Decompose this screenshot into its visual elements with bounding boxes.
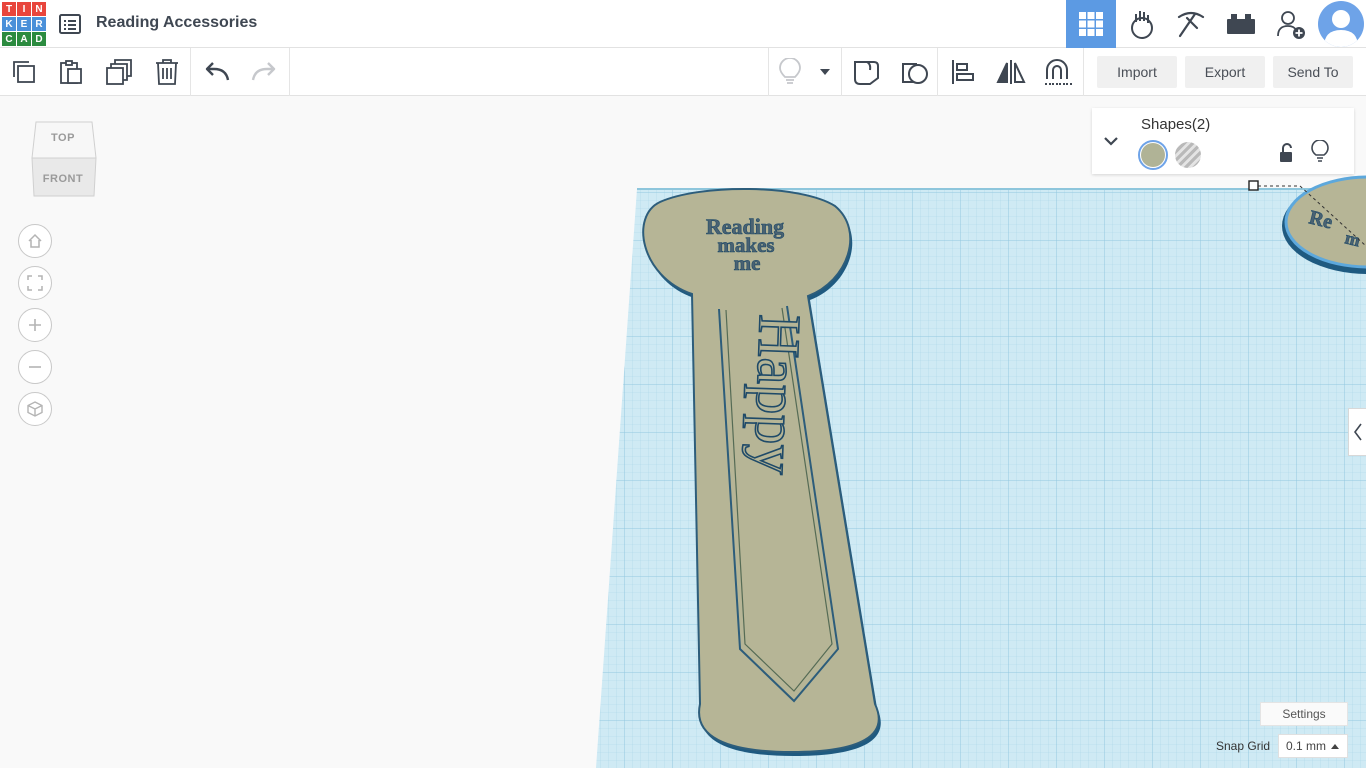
solid-color-fill [1141,143,1165,167]
bookmark-happy-text: Happy [741,314,813,476]
view-cube-top-label[interactable]: TOP [30,132,96,144]
export-button[interactable]: Export [1185,56,1265,88]
chevron-left-icon [1353,423,1362,441]
bookmark-text-line3: me [734,251,761,275]
workplane-icon [902,63,928,84]
group-button[interactable] [1042,56,1074,88]
bricks-pickaxe-icon [1177,11,1205,38]
align-button[interactable] [947,56,979,88]
align-icon [952,60,974,84]
undo-icon [205,62,230,81]
send-to-button[interactable]: Send To [1273,56,1353,88]
copy-button[interactable] [8,56,40,88]
fit-view-button[interactable] [18,266,52,300]
lightbulb-icon [779,58,801,84]
view-cube-front-label[interactable]: FRONT [30,173,96,185]
lock-toggle-button[interactable] [1276,142,1296,164]
solid-color-swatch[interactable] [1138,140,1168,170]
lego-view-button[interactable] [1216,0,1266,48]
lightbulb-icon [1311,139,1329,162]
toolbar-divider [190,48,191,96]
user-avatar-icon [1324,10,1358,47]
view-cube[interactable]: TOP FRONT [30,120,98,200]
snap-grid-label: Snap Grid [1216,739,1271,753]
top-bar: T I N K E R C A D Reading Accessories [0,0,1366,48]
toolbar-divider [768,48,769,96]
copy-icon [13,61,35,83]
toolbar-divider [841,48,842,96]
list-icon [59,14,81,34]
logo-letter: D [32,32,46,46]
mirror-button[interactable] [995,56,1027,88]
show-hidden-button[interactable] [774,56,806,88]
avatar[interactable] [1318,1,1364,47]
notes-button[interactable] [850,56,882,88]
note-icon [854,61,879,85]
add-user-icon [1277,11,1305,39]
logo-letter: E [17,17,31,31]
expand-panel-button[interactable] [1348,408,1366,456]
redo-button[interactable] [248,56,280,88]
chevron-down-icon [1104,137,1118,146]
workplane-canvas[interactable]: Reading makes me Happy Re m [0,96,1366,768]
selection-handle[interactable] [1248,180,1259,191]
snap-grid-select[interactable]: 0.1 mm [1278,734,1348,758]
toolbar-divider [289,48,290,96]
codeblocks-icon [1131,11,1153,39]
bricks-view-button[interactable] [1166,0,1216,48]
delete-icon [156,59,178,85]
shape-inspector-panel: Shapes(2) [1092,108,1354,174]
logo-letter: N [32,2,46,16]
toolbar-divider [1083,48,1084,96]
home-icon [28,233,42,248]
logo-letter: A [17,32,31,46]
paste-button[interactable] [55,56,87,88]
tinkercad-logo[interactable]: T I N K E R C A D [2,2,46,46]
mirror-icon [996,60,1026,84]
redo-icon [251,62,276,81]
zoom-out-button[interactable] [18,350,52,384]
magnet-group-icon [1045,59,1072,85]
dropdown-icon [820,69,830,75]
delete-button[interactable] [151,56,183,88]
design-title[interactable]: Reading Accessories [96,14,257,32]
shapes-count-title: Shapes(2) [1141,116,1211,133]
home-view-button[interactable] [18,224,52,258]
logo-letter: I [17,2,31,16]
snap-grid-value: 0.1 mm [1286,739,1327,753]
collapse-inspector-button[interactable] [1102,132,1120,150]
workplane-button[interactable] [899,56,931,88]
3d-design-view-button[interactable] [1066,0,1116,48]
settings-button[interactable]: Settings [1260,702,1348,726]
paste-icon [60,60,82,84]
3d-design-grid-icon [1079,12,1103,36]
duplicate-button[interactable] [103,56,135,88]
edit-toolbar: Import Export Send To [0,48,1366,96]
zoom-in-button[interactable] [18,308,52,342]
caret-up-icon [1331,744,1339,749]
zoom-in-icon [29,319,41,331]
logo-letter: C [2,32,16,46]
logo-letter: T [2,2,16,16]
hide-toggle-button[interactable] [1310,139,1330,164]
fit-view-icon [27,275,43,291]
lego-brick-icon [1227,14,1255,34]
perspective-icon [27,401,43,417]
perspective-toggle-button[interactable] [18,392,52,426]
design-menu-button[interactable] [58,12,82,36]
import-button[interactable]: Import [1097,56,1177,88]
undo-button[interactable] [201,56,233,88]
zoom-out-icon [29,366,41,368]
logo-letter: K [2,17,16,31]
toolbar-divider [937,48,938,96]
visibility-dropdown-button[interactable] [812,56,838,88]
logo-letter: R [32,17,46,31]
duplicate-icon [106,59,132,85]
invite-user-button[interactable] [1266,0,1316,48]
unlock-icon [1280,143,1292,162]
hole-swatch[interactable] [1175,142,1201,168]
codeblocks-view-button[interactable] [1117,0,1167,48]
